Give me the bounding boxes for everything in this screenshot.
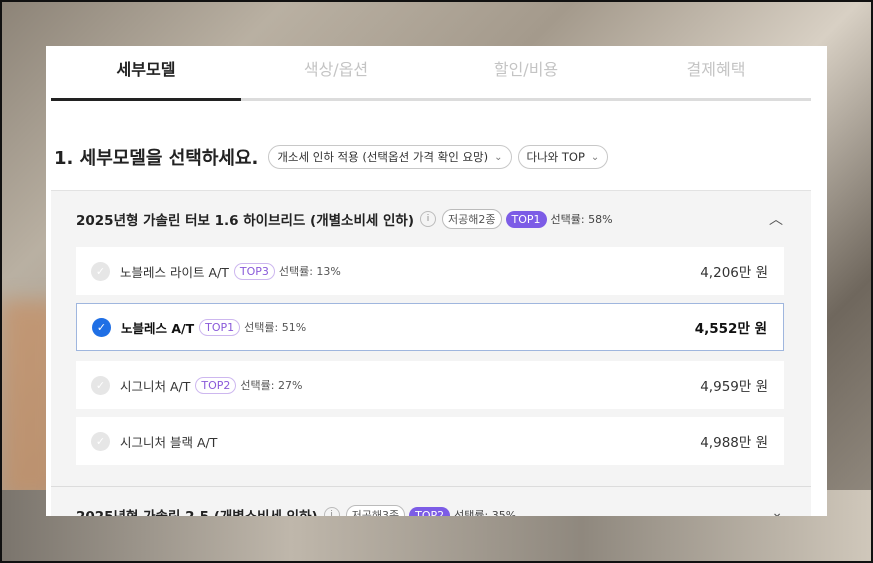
group-header[interactable]: 2025년형 가솔린 터보 1.6 하이브리드 (개별소비세 인하) i 저공해… bbox=[76, 209, 613, 229]
selection-rate: 선택률: 13% bbox=[278, 265, 341, 278]
trim-row-selected[interactable]: ✓ 노블레스 A/T TOP1 선택률: 51% 4,552만 원 bbox=[76, 303, 784, 351]
rank-badge: TOP3 bbox=[233, 262, 275, 280]
trim-name: 시그니처 A/T bbox=[120, 378, 191, 394]
trim-name: 노블레스 A/T bbox=[121, 320, 195, 336]
group-title: 2025년형 가솔린 2.5 (개별소비세 인하) bbox=[76, 505, 318, 516]
model-selection-panel: 세부모델 색상/옵션 할인/비용 결제혜택 1. 세부모델을 선택하세요. 개소… bbox=[46, 46, 827, 516]
tab-model[interactable]: 세부모델 bbox=[51, 46, 241, 101]
chevron-up-icon[interactable]: ︿ bbox=[769, 209, 783, 229]
section-title: 1. 세부모델을 선택하세요. bbox=[54, 148, 259, 169]
check-icon[interactable]: ✓ bbox=[92, 317, 111, 337]
trim-name: 시그니처 블랙 A/T bbox=[120, 434, 218, 450]
chevron-down-icon[interactable]: ⌄ bbox=[771, 505, 783, 516]
trim-name: 노블레스 라이트 A/T bbox=[120, 264, 229, 280]
trim-price: 4,959만 원 bbox=[700, 379, 768, 395]
check-icon[interactable]: ✓ bbox=[91, 261, 110, 281]
rank-badge: TOP2 bbox=[195, 376, 237, 394]
model-group-gasoline: 2025년형 가솔린 2.5 (개별소비세 인하) i 저공해3종 TOP2 선… bbox=[51, 486, 811, 516]
tax-filter-dropdown[interactable]: 개소세 인하 적용 (선택옵션 가격 확인 요망) ⌄ bbox=[268, 145, 512, 169]
chevron-down-icon: ⌄ bbox=[494, 151, 503, 163]
model-group-hybrid: 2025년형 가솔린 터보 1.6 하이브리드 (개별소비세 인하) i 저공해… bbox=[51, 190, 811, 487]
tab-color-option[interactable]: 색상/옵션 bbox=[241, 46, 431, 98]
section-header: 1. 세부모델을 선택하세요. 개소세 인하 적용 (선택옵션 가격 확인 요망… bbox=[54, 144, 614, 170]
info-icon[interactable]: i bbox=[420, 211, 437, 227]
check-icon[interactable]: ✓ bbox=[91, 431, 110, 451]
chevron-down-icon: ⌄ bbox=[590, 151, 600, 163]
trim-price: 4,206만 원 bbox=[700, 265, 768, 281]
trim-row[interactable]: ✓ 노블레스 라이트 A/T TOP3 선택률: 13% 4,206만 원 bbox=[76, 247, 784, 295]
tab-discount[interactable]: 할인/비용 bbox=[431, 46, 621, 98]
trim-row[interactable]: ✓ 시그니처 A/T TOP2 선택률: 27% 4,959만 원 bbox=[76, 361, 784, 409]
tab-payment[interactable]: 결제혜택 bbox=[621, 46, 811, 98]
trim-price: 4,552만 원 bbox=[694, 321, 767, 337]
trim-row[interactable]: ✓ 시그니처 블랙 A/T 4,988만 원 bbox=[76, 417, 784, 465]
selection-rate: 선택률: 58% bbox=[550, 213, 613, 226]
emission-badge: 저공해3종 bbox=[345, 505, 406, 516]
emission-badge: 저공해2종 bbox=[442, 209, 502, 229]
rank-badge: TOP2 bbox=[409, 506, 451, 516]
check-icon[interactable]: ✓ bbox=[91, 375, 110, 395]
rank-badge: TOP1 bbox=[199, 318, 241, 336]
selection-rate: 선택률: 51% bbox=[244, 321, 307, 334]
info-icon[interactable]: i bbox=[323, 507, 340, 516]
sort-dropdown[interactable]: 다나와 TOP ⌄ bbox=[517, 145, 609, 169]
selection-rate: 선택률: 35% bbox=[454, 509, 517, 516]
group-title: 2025년형 가솔린 터보 1.6 하이브리드 (개별소비세 인하) bbox=[76, 213, 415, 229]
trim-price: 4,988만 원 bbox=[700, 435, 768, 451]
rank-badge: TOP1 bbox=[505, 210, 547, 228]
sort-label: 다나와 TOP bbox=[526, 150, 585, 164]
selection-rate: 선택률: 27% bbox=[240, 379, 303, 392]
group-header[interactable]: 2025년형 가솔린 2.5 (개별소비세 인하) i 저공해3종 TOP2 선… bbox=[76, 505, 516, 516]
tax-filter-label: 개소세 인하 적용 (선택옵션 가격 확인 요망) bbox=[277, 150, 489, 164]
tab-bar: 세부모델 색상/옵션 할인/비용 결제혜택 bbox=[51, 46, 811, 101]
